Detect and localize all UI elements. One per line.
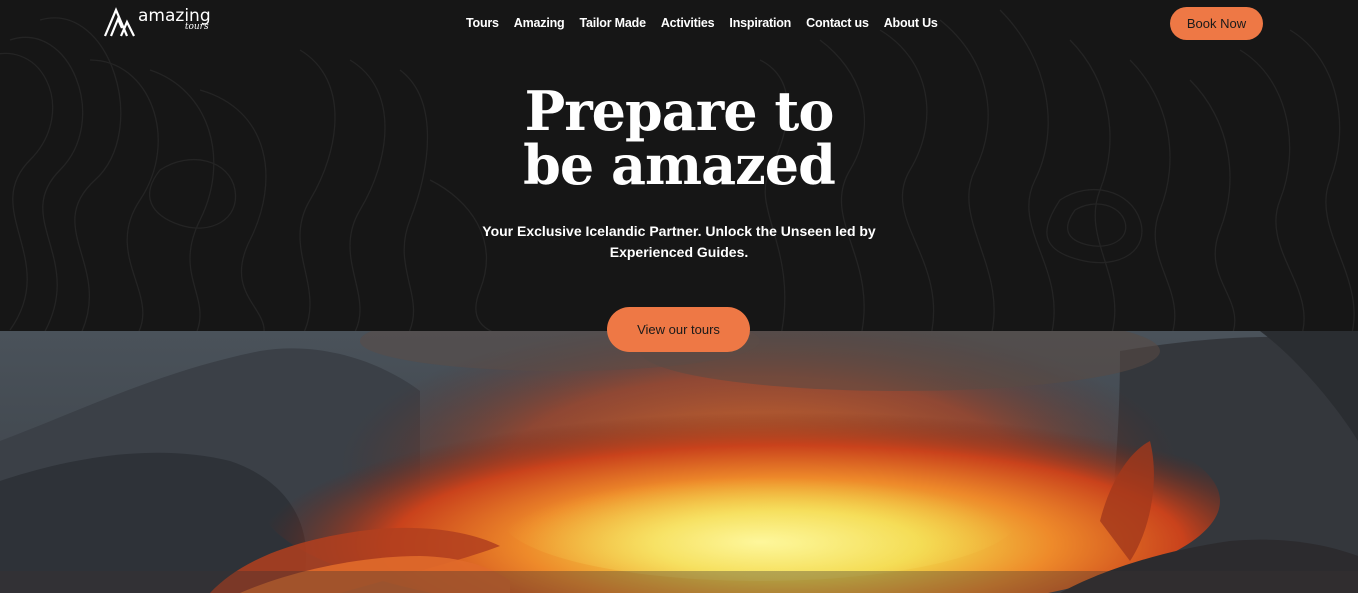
nav-item-tailor-made[interactable]: Tailor Made xyxy=(579,16,646,30)
hero-section: amazing tours Tours Amazing Tailor Made … xyxy=(0,0,1358,331)
hero-subtitle-line1: Your Exclusive Icelandic Partner. Unlock… xyxy=(482,223,876,239)
nav-item-amazing[interactable]: Amazing xyxy=(514,16,565,30)
nav-item-inspiration[interactable]: Inspiration xyxy=(729,16,791,30)
view-tours-button[interactable]: View our tours xyxy=(607,307,750,352)
logo-sub: tours xyxy=(184,22,209,32)
hero-subtitle: Your Exclusive Icelandic Partner. Unlock… xyxy=(479,221,879,263)
hero-title-line2: be amazed xyxy=(523,133,836,197)
page: amazing tours Tours Amazing Tailor Made … xyxy=(0,0,1358,593)
mountain-logo-icon xyxy=(103,7,135,37)
nav-item-about-us[interactable]: About Us xyxy=(884,16,938,30)
nav-item-activities[interactable]: Activities xyxy=(661,16,715,30)
volcano-hero-image xyxy=(0,331,1358,593)
book-now-button[interactable]: Book Now xyxy=(1170,7,1263,40)
logo[interactable]: amazing tours xyxy=(103,6,213,40)
hero-subtitle-line2: Experienced Guides. xyxy=(609,244,749,260)
nav-item-tours[interactable]: Tours xyxy=(466,16,499,30)
logo-text: amazing tours xyxy=(138,6,211,40)
nav-item-contact-us[interactable]: Contact us xyxy=(806,16,869,30)
volcano-eruption-image xyxy=(0,331,1358,593)
hero-title: Prepare to be amazed xyxy=(0,84,1358,192)
main-nav: Tours Amazing Tailor Made Activities Ins… xyxy=(466,14,938,32)
